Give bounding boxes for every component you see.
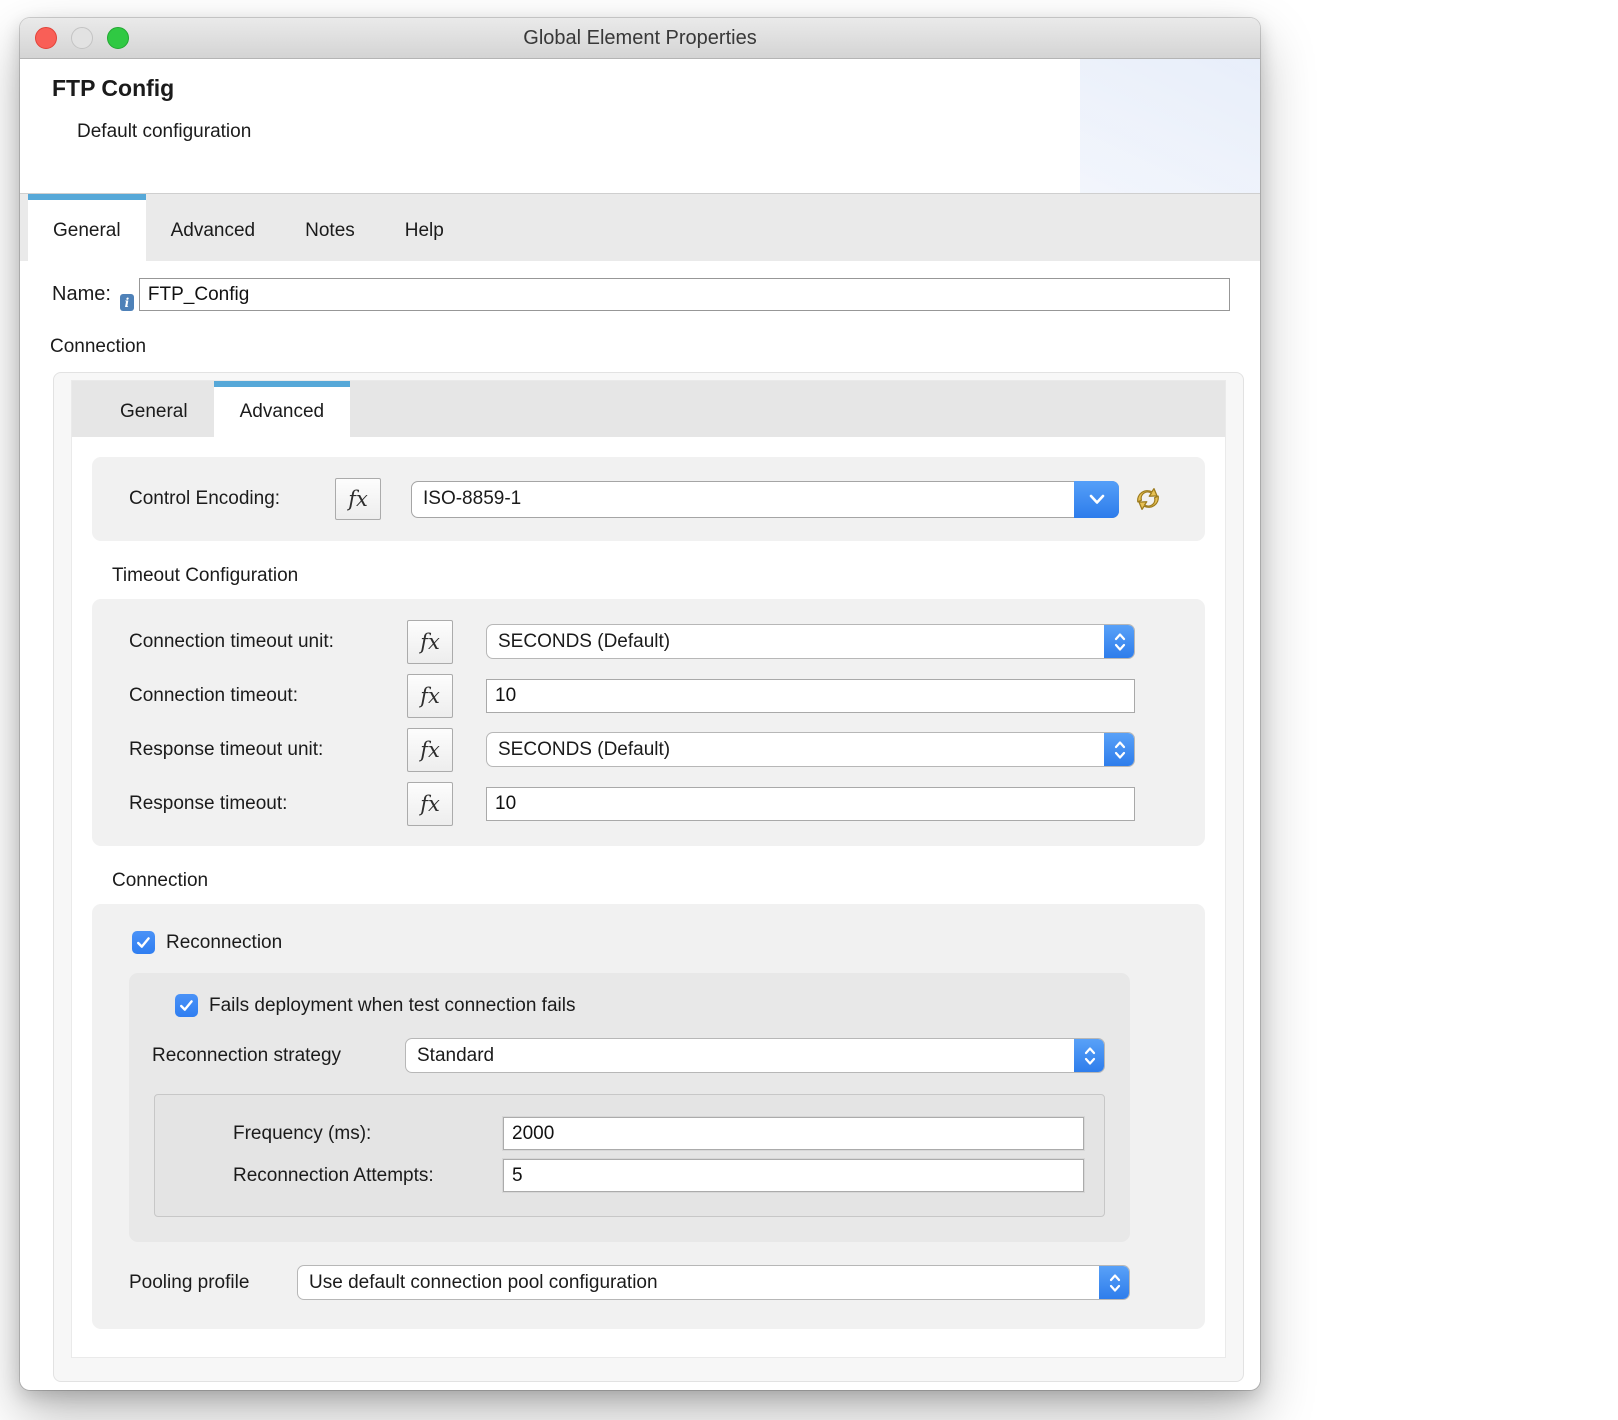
reconnection-row: Reconnection bbox=[92, 904, 1205, 954]
response-timeout-unit-label: Response timeout unit: bbox=[129, 739, 407, 761]
response-timeout-row: Response timeout: fx bbox=[92, 786, 1205, 821]
connection-timeout-unit-label: Connection timeout unit: bbox=[129, 631, 407, 653]
name-input[interactable] bbox=[139, 278, 1230, 311]
control-encoding-group: Control Encoding: fx ISO-8859-1 bbox=[92, 457, 1205, 541]
fails-deployment-checkbox[interactable] bbox=[175, 994, 198, 1017]
connection-panel: General Advanced Control Encoding: fx IS… bbox=[53, 372, 1244, 1382]
connection-tab-general[interactable]: General bbox=[94, 381, 214, 437]
fx-expression-button[interactable]: fx bbox=[335, 478, 381, 520]
fx-expression-button[interactable]: fx bbox=[407, 728, 453, 772]
select-stepper-icon[interactable] bbox=[1099, 1265, 1130, 1300]
response-timeout-unit-value: SECONDS (Default) bbox=[498, 739, 670, 761]
select-stepper-icon[interactable] bbox=[1104, 732, 1135, 767]
info-icon: i bbox=[120, 294, 134, 311]
response-timeout-unit-select[interactable]: SECONDS (Default) bbox=[486, 732, 1135, 767]
response-timeout-unit-row: Response timeout unit: fx SECONDS (Defau… bbox=[92, 732, 1205, 767]
tab-notes[interactable]: Notes bbox=[280, 194, 380, 261]
control-encoding-combobox[interactable]: ISO-8859-1 bbox=[411, 481, 1119, 518]
pooling-profile-value: Use default connection pool configuratio… bbox=[309, 1272, 658, 1294]
connection-tab-bar: General Advanced bbox=[72, 381, 1225, 437]
response-timeout-label: Response timeout: bbox=[129, 793, 407, 815]
frequency-row: Frequency (ms): bbox=[155, 1117, 1084, 1150]
connection-timeout-unit-select[interactable]: SECONDS (Default) bbox=[486, 624, 1135, 659]
name-row: Name: i bbox=[52, 278, 1230, 311]
title-bar[interactable]: Global Element Properties bbox=[20, 18, 1260, 59]
reconnection-attempts-label: Reconnection Attempts: bbox=[233, 1165, 503, 1187]
tab-general[interactable]: General bbox=[28, 194, 146, 261]
response-timeout-input[interactable] bbox=[486, 787, 1135, 821]
connection-advanced-content: Control Encoding: fx ISO-8859-1 bbox=[72, 437, 1225, 1357]
connection-timeout-input[interactable] bbox=[486, 679, 1135, 713]
connection-tab-panel: General Advanced Control Encoding: fx IS… bbox=[72, 381, 1225, 1357]
reconnection-strategy-label: Reconnection strategy bbox=[152, 1045, 405, 1067]
connection-group: Reconnection Fails deployment when test … bbox=[92, 904, 1205, 1329]
connection-timeout-unit-value: SECONDS (Default) bbox=[498, 631, 670, 653]
global-element-properties-dialog: Global Element Properties FTP Config Def… bbox=[20, 18, 1260, 1390]
reconnection-attempts-input[interactable] bbox=[503, 1159, 1084, 1192]
timeout-configuration-group: Connection timeout unit: fx SECONDS (Def… bbox=[92, 599, 1205, 846]
refresh-icon bbox=[1133, 484, 1163, 514]
frequency-input[interactable] bbox=[503, 1117, 1084, 1150]
refresh-encodings-button[interactable] bbox=[1133, 484, 1163, 514]
name-label: Name: bbox=[52, 283, 111, 306]
reconnection-strategy-row: Reconnection strategy Standard bbox=[152, 1038, 1105, 1073]
fails-deployment-label: Fails deployment when test connection fa… bbox=[209, 995, 575, 1017]
reconnection-checkbox[interactable] bbox=[132, 931, 155, 954]
connection-timeout-unit-row: Connection timeout unit: fx SECONDS (Def… bbox=[92, 624, 1205, 659]
connection-tab-advanced[interactable]: Advanced bbox=[214, 381, 351, 437]
main-tab-bar: General Advanced Notes Help bbox=[20, 193, 1260, 261]
pooling-profile-label: Pooling profile bbox=[129, 1272, 297, 1294]
config-title: FTP Config bbox=[52, 75, 174, 102]
fails-deployment-row: Fails deployment when test connection fa… bbox=[129, 994, 1130, 1017]
header-decoration bbox=[1080, 59, 1260, 193]
tab-help[interactable]: Help bbox=[380, 194, 469, 261]
reconnection-attempts-row: Reconnection Attempts: bbox=[155, 1159, 1084, 1192]
chevron-down-icon[interactable] bbox=[1074, 481, 1119, 518]
pooling-profile-row: Pooling profile Use default connection p… bbox=[129, 1265, 1130, 1327]
window-controls bbox=[35, 27, 129, 49]
general-tab-content: Name: i Connection General Advanced Cont… bbox=[20, 261, 1260, 1382]
connection-group-label: Connection bbox=[112, 870, 1205, 892]
tab-advanced[interactable]: Advanced bbox=[146, 194, 281, 261]
frequency-label: Frequency (ms): bbox=[233, 1123, 503, 1145]
zoom-window-button[interactable] bbox=[107, 27, 129, 49]
connection-section-label: Connection bbox=[50, 336, 1260, 358]
fx-expression-button[interactable]: fx bbox=[407, 620, 453, 664]
select-stepper-icon[interactable] bbox=[1074, 1038, 1105, 1073]
connection-timeout-row: Connection timeout: fx bbox=[92, 678, 1205, 713]
close-window-button[interactable] bbox=[35, 27, 57, 49]
fx-expression-button[interactable]: fx bbox=[407, 782, 453, 826]
window-title: Global Element Properties bbox=[523, 27, 756, 50]
pooling-profile-select[interactable]: Use default connection pool configuratio… bbox=[297, 1265, 1130, 1300]
minimize-window-button[interactable] bbox=[71, 27, 93, 49]
reconnection-strategy-value: Standard bbox=[417, 1045, 494, 1067]
fx-expression-button[interactable]: fx bbox=[407, 674, 453, 718]
control-encoding-value: ISO-8859-1 bbox=[423, 488, 521, 510]
config-subtitle: Default configuration bbox=[77, 121, 251, 143]
reconnection-settings-box: Fails deployment when test connection fa… bbox=[129, 973, 1130, 1242]
reconnection-strategy-select[interactable]: Standard bbox=[405, 1038, 1105, 1073]
timeout-configuration-label: Timeout Configuration bbox=[112, 565, 1205, 587]
reconnection-label: Reconnection bbox=[166, 932, 282, 954]
dialog-header: FTP Config Default configuration bbox=[20, 59, 1260, 193]
select-stepper-icon[interactable] bbox=[1104, 624, 1135, 659]
standard-strategy-box: Frequency (ms): Reconnection Attempts: bbox=[154, 1094, 1105, 1217]
control-encoding-label: Control Encoding: bbox=[129, 488, 335, 510]
connection-timeout-label: Connection timeout: bbox=[129, 685, 407, 707]
